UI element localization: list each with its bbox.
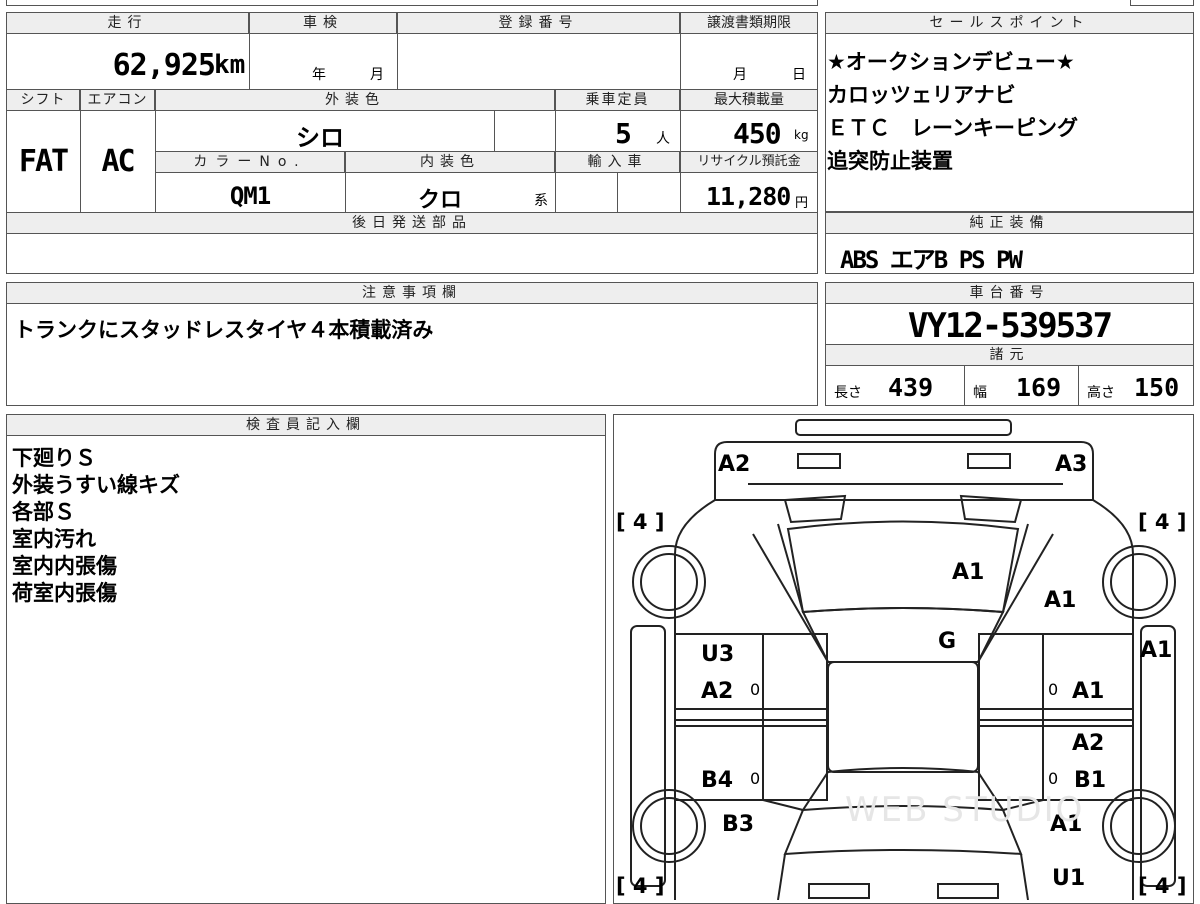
mileage-unit: km bbox=[214, 50, 246, 80]
exterior-color-value: シロ bbox=[296, 124, 344, 152]
inspector-line: 荷室内張傷 bbox=[12, 581, 117, 605]
tire-mark: [ 4 ] bbox=[1138, 874, 1187, 898]
zero-mark: 0 bbox=[750, 769, 761, 788]
damage-label: A2 bbox=[701, 679, 734, 704]
chassis-header: 車台番号 bbox=[825, 282, 1194, 304]
damage-label: A2 bbox=[1072, 731, 1105, 756]
top-partial-row-right bbox=[1130, 0, 1194, 6]
spec-width-value: 169 bbox=[1016, 373, 1062, 402]
color-no-value: QM1 bbox=[229, 182, 271, 210]
interior-color-value: クロ bbox=[417, 188, 462, 213]
damage-label: B3 bbox=[722, 812, 755, 837]
exterior-color-header: 外装色 bbox=[155, 89, 555, 111]
interior-color-header: 内装色 bbox=[345, 151, 555, 173]
aircon-header: エアコン bbox=[80, 89, 155, 111]
shaken-header: 車検 bbox=[249, 12, 397, 34]
damage-label: B4 bbox=[701, 768, 734, 793]
inspector-header: 検査員記入欄 bbox=[6, 414, 606, 436]
aircon-value: AC bbox=[101, 144, 135, 179]
registration-header: 登録番号 bbox=[397, 12, 680, 34]
recycle-header: リサイクル預託金 bbox=[680, 151, 818, 173]
damage-label: G bbox=[938, 629, 957, 654]
spec-length-label: 長さ bbox=[834, 385, 862, 401]
damage-label: A1 bbox=[1072, 679, 1105, 704]
damage-label: A1 bbox=[1140, 638, 1173, 663]
sales-point-line: ★オークションデビュー★ bbox=[827, 50, 1075, 74]
specs-header: 諸元 bbox=[825, 344, 1194, 366]
capacity-unit: 人 bbox=[656, 131, 670, 147]
max-load-unit: kg bbox=[794, 128, 809, 142]
tire-mark: [ 4 ] bbox=[1138, 510, 1187, 534]
genuine-equipment-header: 純正装備 bbox=[825, 212, 1194, 234]
inspector-line: 室内内張傷 bbox=[12, 554, 117, 578]
capacity-value: 5 bbox=[615, 117, 632, 150]
zero-mark: 0 bbox=[1048, 769, 1059, 788]
zero-mark: 0 bbox=[750, 680, 761, 699]
spec-length-value: 439 bbox=[888, 373, 934, 402]
sales-point-line: ＥＴＣ レーンキーピング bbox=[827, 116, 1078, 140]
chassis-number: VY12-539537 bbox=[907, 306, 1113, 346]
genuine-equipment-value: ABS エアB PS PW bbox=[840, 246, 1023, 274]
tire-mark: [ 4 ] bbox=[616, 510, 665, 534]
inspector-line: 下廻りＳ bbox=[12, 446, 96, 470]
shift-value: FAT bbox=[18, 144, 69, 179]
transfer-deadline-header: 譲渡書類期限 bbox=[680, 12, 818, 34]
shift-header: シフト bbox=[6, 89, 80, 111]
damage-label: A1 bbox=[952, 560, 985, 585]
deadline-month-unit: 月 bbox=[733, 67, 747, 83]
interior-color-suffix: 系 bbox=[534, 193, 548, 209]
inspector-line: 各部Ｓ bbox=[12, 500, 75, 524]
later-parts-header: 後日発送部品 bbox=[6, 212, 818, 234]
watermark: WEB STUDIO bbox=[845, 790, 1085, 830]
mileage-header: 走行 bbox=[6, 12, 249, 34]
capacity-header: 乗車定員 bbox=[555, 89, 680, 111]
deadline-day-unit: 日 bbox=[792, 67, 806, 83]
sales-point-line: カロッツェリアナビ bbox=[827, 83, 1016, 107]
top-partial-row bbox=[6, 0, 818, 6]
sales-point-line: 追突防止装置 bbox=[827, 149, 953, 173]
damage-label: A1 bbox=[1044, 588, 1077, 613]
import-header: 輸入車 bbox=[555, 151, 680, 173]
recycle-unit: 円 bbox=[795, 196, 809, 211]
mileage-value: 62,925 bbox=[112, 48, 216, 83]
inspector-line: 室内汚れ bbox=[12, 527, 96, 551]
notes-value: トランクにスタッドレスタイヤ４本積載済み bbox=[14, 318, 434, 342]
spec-height-value: 150 bbox=[1134, 373, 1180, 402]
spec-height-label: 高さ bbox=[1087, 385, 1115, 401]
damage-label: A3 bbox=[1055, 452, 1088, 477]
tire-mark: [ 4 ] bbox=[616, 874, 665, 898]
damage-label: U3 bbox=[701, 642, 735, 667]
zero-mark: 0 bbox=[1048, 680, 1059, 699]
sales-points-header: セールスポイント bbox=[825, 12, 1194, 34]
color-no-header: カラーNo. bbox=[155, 151, 345, 173]
shaken-year-unit: 年 bbox=[312, 67, 326, 83]
max-load-header: 最大積載量 bbox=[680, 89, 818, 111]
recycle-value: 11,280 bbox=[706, 182, 791, 211]
spec-width-label: 幅 bbox=[973, 385, 987, 401]
damage-label: U1 bbox=[1052, 866, 1086, 891]
notes-header: 注意事項欄 bbox=[6, 282, 818, 304]
shaken-month-unit: 月 bbox=[370, 67, 384, 83]
max-load-value: 450 bbox=[733, 117, 782, 150]
damage-label: A2 bbox=[718, 452, 751, 477]
inspector-line: 外装うすい線キズ bbox=[12, 473, 180, 497]
